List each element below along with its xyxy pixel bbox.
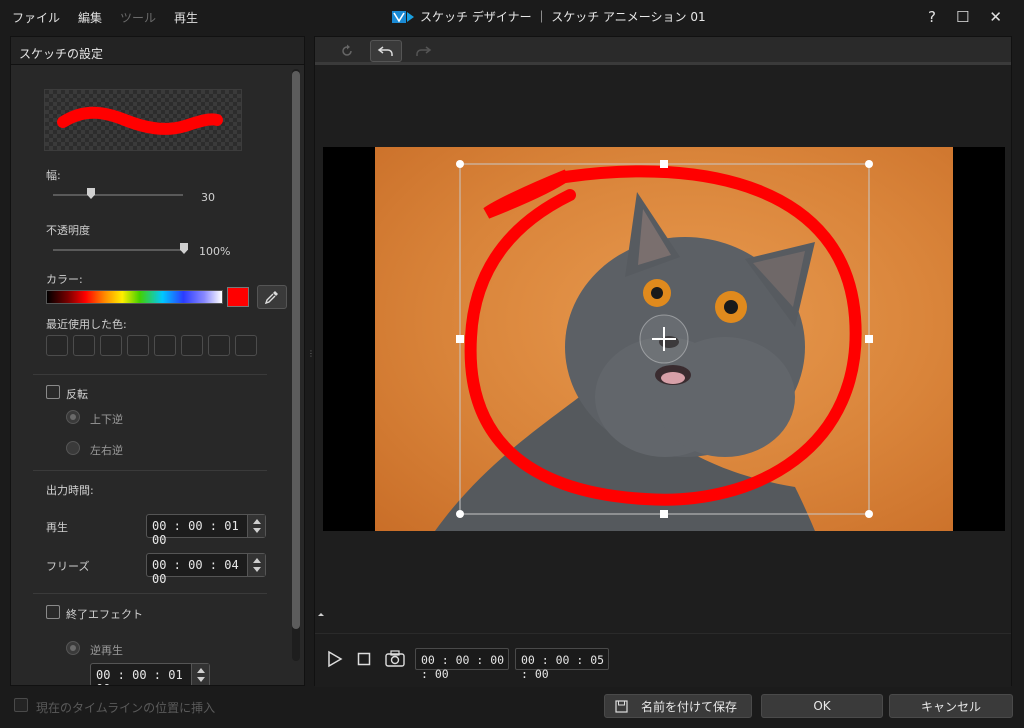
play-icon[interactable] [327,650,343,668]
eyedropper-button[interactable] [257,285,287,309]
output-time-label: 出力時間: [46,484,94,497]
ok-button[interactable]: OK [761,694,883,718]
stop-icon[interactable] [357,652,371,666]
window-title-text: スケッチ デザイナー ｜ スケッチ アニメーション 01 [420,10,706,24]
divider [33,374,267,375]
recent-colors-label: 最近使用した色: [46,318,127,331]
recent-color-slot[interactable] [181,335,203,356]
cancel-label: キャンセル [920,699,981,714]
total-time-display: 00 : 00 : 05 : 00 [515,648,609,681]
splitter-handle[interactable]: ⋮ [307,350,315,368]
ok-label: OK [813,699,831,713]
opacity-slider-thumb[interactable] [180,243,188,254]
width-value: 30 [201,191,215,204]
close-icon[interactable]: ✕ [989,8,1002,26]
cat-photo [375,147,953,531]
reverse-duration-stepper[interactable] [191,664,209,685]
reverse-duration-input[interactable]: 00 : 00 : 01 : 00 [90,663,210,685]
recent-color-slot[interactable] [46,335,68,356]
flip-horizontal-radio[interactable] [66,441,80,455]
panel-title: スケッチの設定 [11,37,304,65]
freeze-duration-label: フリーズ [46,560,90,573]
menu-tools: ツール [120,11,157,25]
opacity-value: 100% [199,245,231,258]
freeze-duration-value: 00 : 00 : 04 : 00 [152,558,254,586]
current-color-swatch[interactable] [227,287,249,307]
window-title: スケッチ デザイナー ｜ スケッチ アニメーション 01 [392,8,706,25]
title-bar: ファイル 編集 ツール 再生 スケッチ デザイナー ｜ スケッチ アニメーション… [0,0,1024,34]
eyedropper-icon [264,291,278,305]
recent-color-slot[interactable] [208,335,230,356]
recent-colors [46,335,257,356]
reset-icon [342,44,352,56]
selection-handles[interactable] [375,147,953,531]
sketch-settings-panel: スケッチの設定 幅: 30 不透明度 100% カラー: 最近使用した色: 反転 [10,36,305,686]
opacity-label: 不透明度 [46,224,90,237]
flip-vertical-label: 上下逆 [90,413,123,426]
save-as-label: 名前を付けて保存 [640,699,737,714]
total-time-value: 00 : 00 : 05 : 00 [521,653,605,681]
recent-color-slot[interactable] [154,335,176,356]
brush-stroke-preview-icon [57,106,223,135]
app-logo-icon [392,10,414,23]
opacity-slider-track[interactable] [53,249,187,251]
flip-label: 反転 [66,388,88,401]
canvas-panel: 00 : 00 : 00 : 00 00 : 00 : 05 : 00 [314,36,1012,687]
flip-horizontal-label: 左右逆 [90,444,123,457]
insert-at-timeline-label: 現在のタイムラインの位置に挿入 [36,701,216,715]
divider [33,593,267,594]
flip-checkbox[interactable] [46,385,60,399]
window-controls: ? ☐ ✕ [928,8,1002,26]
timeline-scrubber[interactable] [315,613,1011,616]
current-time-value: 00 : 00 : 00 : 00 [421,653,505,681]
snapshot-camera-icon[interactable] [385,650,405,667]
width-slider-track[interactable] [53,194,183,196]
play-duration-input[interactable]: 00 : 00 : 01 : 00 [146,514,266,547]
reverse-duration-value: 00 : 00 : 01 : 00 [96,668,197,685]
scrollbar-thumb[interactable] [292,71,300,629]
insert-at-timeline-checkbox[interactable] [14,698,28,712]
canvas[interactable] [323,147,1005,531]
reverse-play-radio[interactable] [66,641,80,655]
recent-color-slot[interactable] [127,335,149,356]
end-effect-checkbox[interactable] [46,605,60,619]
help-icon[interactable]: ? [928,8,936,26]
menu-play[interactable]: 再生 [174,9,198,26]
reset-button[interactable] [331,40,363,62]
end-effect-label: 終了エフェクト [66,608,143,621]
maximize-icon[interactable]: ☐ [956,8,969,26]
redo-icon [416,46,432,56]
menu-bar: ファイル 編集 ツール 再生 [12,9,198,26]
color-label: カラー: [46,273,83,286]
undo-icon [377,46,393,56]
current-time-display: 00 : 00 : 00 : 00 [415,648,509,681]
recent-color-slot[interactable] [100,335,122,356]
reverse-play-label: 逆再生 [90,644,123,657]
play-duration-value: 00 : 00 : 01 : 00 [152,519,254,547]
freeze-duration-stepper[interactable] [247,554,265,576]
save-disk-icon [615,700,628,713]
recent-color-slot[interactable] [73,335,95,356]
scrollbar[interactable] [292,69,300,661]
redo-button[interactable] [407,40,439,62]
play-duration-label: 再生 [46,521,68,534]
flip-vertical-radio[interactable] [66,410,80,424]
brush-preview [44,89,242,151]
divider [33,470,267,471]
playback-controls: 00 : 00 : 00 : 00 00 : 00 : 05 : 00 [315,633,1011,687]
cancel-button[interactable]: キャンセル [889,694,1013,718]
width-label: 幅: [46,169,61,182]
save-as-button[interactable]: 名前を付けて保存 [604,694,752,718]
undo-button[interactable] [370,40,402,62]
recent-color-slot[interactable] [235,335,257,356]
play-duration-stepper[interactable] [247,515,265,537]
freeze-duration-input[interactable]: 00 : 00 : 04 : 00 [146,553,266,586]
color-spectrum[interactable] [46,290,223,304]
menu-file[interactable]: ファイル [12,9,60,26]
canvas-toolbar [315,37,1011,65]
menu-edit[interactable]: 編集 [78,9,102,26]
width-slider-thumb[interactable] [87,188,95,199]
